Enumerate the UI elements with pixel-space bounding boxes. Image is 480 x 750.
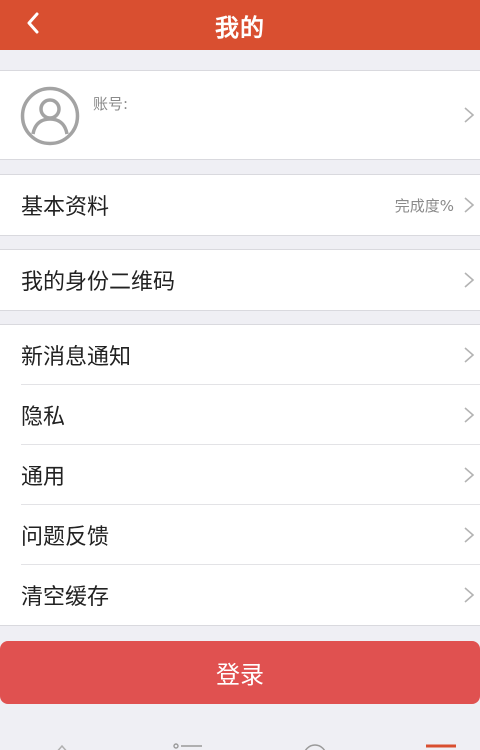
qrcode-section: 我的身份二维码 <box>0 249 480 311</box>
chevron-right-icon <box>464 467 475 483</box>
chevron-right-icon <box>464 527 475 543</box>
chevron-right-icon <box>464 107 475 123</box>
chevron-right-icon <box>464 347 475 363</box>
settings-item-privacy[interactable]: 隐私 <box>0 385 480 445</box>
login-button[interactable]: 登录 <box>0 641 480 704</box>
chevron-right-icon <box>464 587 475 603</box>
settings-item-label: 新消息通知 <box>21 345 132 370</box>
account-label: 账号: <box>93 95 129 113</box>
list-tab-icon[interactable] <box>172 742 202 750</box>
profile-label: 基本资料 <box>21 195 110 220</box>
page-title: 我的 <box>215 13 265 42</box>
profile-section: 基本资料 完成度% <box>0 174 480 236</box>
settings-item-label: 问题反馈 <box>21 525 110 550</box>
back-button[interactable] <box>18 8 48 38</box>
qrcode-row[interactable]: 我的身份二维码 <box>0 250 480 310</box>
account-section: 账号: <box>0 70 480 160</box>
profile-completion: 完成度% <box>394 196 454 215</box>
settings-item-label: 清空缓存 <box>21 585 110 610</box>
user-avatar-icon <box>20 86 80 146</box>
home-tab-icon[interactable] <box>52 742 82 750</box>
settings-item-label: 隐私 <box>21 405 66 430</box>
settings-item-notifications[interactable]: 新消息通知 <box>0 325 480 385</box>
discover-tab-icon[interactable] <box>300 742 330 750</box>
chevron-left-icon <box>27 12 39 34</box>
bottom-tab-bar <box>0 730 480 750</box>
chevron-right-icon <box>464 197 475 213</box>
settings-section: 新消息通知 隐私 通用 问题反馈 清空缓存 <box>0 324 480 626</box>
settings-item-clear-cache[interactable]: 清空缓存 <box>0 565 480 625</box>
qrcode-label: 我的身份二维码 <box>21 270 176 295</box>
profile-row[interactable]: 基本资料 完成度% <box>0 175 480 235</box>
settings-item-label: 通用 <box>21 465 66 490</box>
settings-item-feedback[interactable]: 问题反馈 <box>0 505 480 565</box>
mine-tab-icon[interactable] <box>426 742 456 750</box>
account-row[interactable]: 账号: <box>0 71 480 159</box>
settings-item-general[interactable]: 通用 <box>0 445 480 505</box>
chevron-right-icon <box>464 407 475 423</box>
chevron-right-icon <box>464 272 475 288</box>
header-bar: 我的 <box>0 0 480 50</box>
